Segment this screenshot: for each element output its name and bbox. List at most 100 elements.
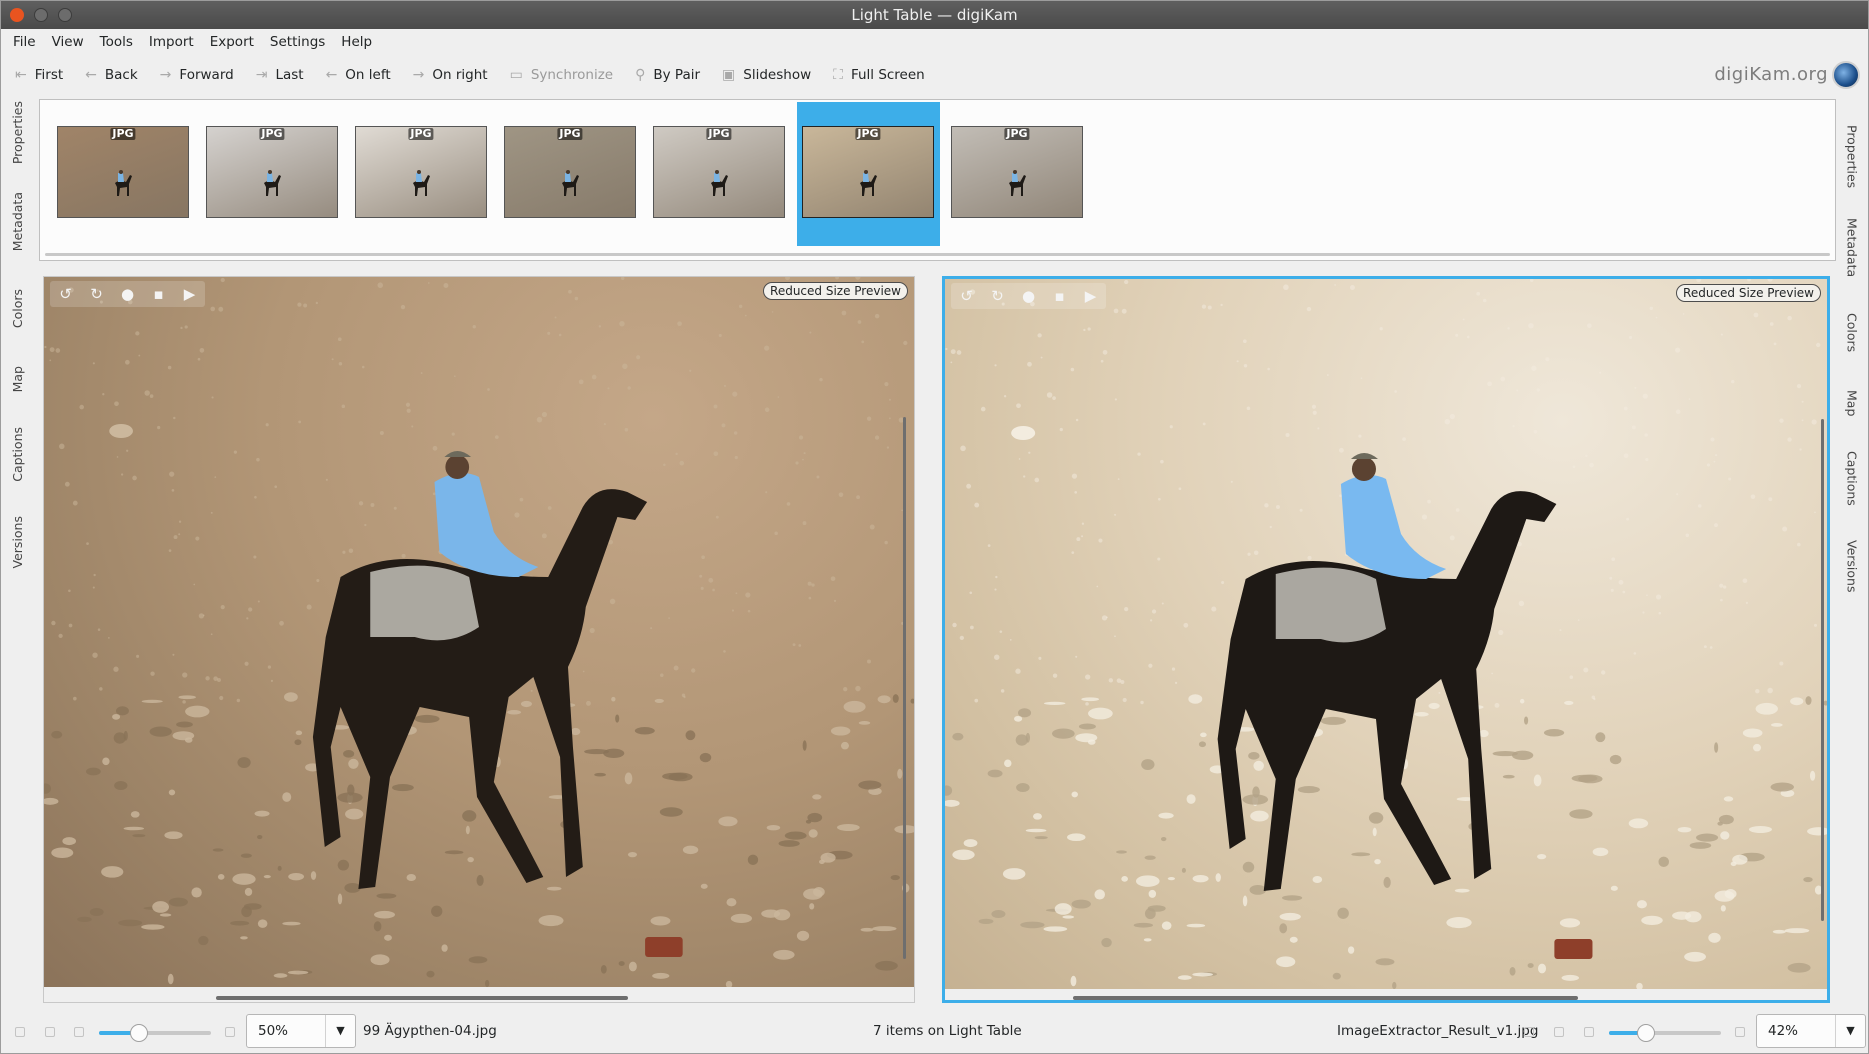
jpg-badge: JPG — [408, 127, 434, 140]
by-pair-button[interactable]: ⚲ By Pair — [635, 67, 700, 83]
thumbnail-bar: JPG JPG JPG JPG JPG JPG JPG — [39, 99, 1836, 261]
thumbnail-item[interactable]: JPG — [802, 126, 934, 218]
on-right-button[interactable]: → On right — [413, 67, 488, 83]
last-label: Last — [275, 67, 304, 83]
left-tab-properties[interactable]: Properties — [3, 100, 31, 166]
left-tab-versions[interactable]: Versions — [3, 514, 31, 570]
thumbnail-item[interactable]: JPG — [951, 126, 1083, 218]
rotate-left-icon[interactable]: ↺ — [50, 285, 81, 303]
digikam-org-link[interactable]: digiKam.org — [1714, 64, 1828, 85]
left-tab-map[interactable]: Map — [3, 362, 31, 396]
left-zoom-slider[interactable] — [99, 1024, 211, 1042]
zoom-100-icon[interactable] — [1584, 1027, 1594, 1037]
left-pane-toolbar: ↺ ↻ ● ▪ ▶ — [50, 281, 205, 307]
camel-rider-thumbnail-icon — [413, 170, 430, 196]
menu-view[interactable]: View — [44, 34, 92, 50]
menu-settings[interactable]: Settings — [262, 34, 333, 50]
thumbnail-item[interactable]: JPG — [57, 126, 189, 218]
on-left-button[interactable]: ← On left — [326, 67, 391, 83]
reduced-size-preview-badge: Reduced Size Preview — [1676, 284, 1821, 302]
menu-bar: File View Tools Import Export Settings H… — [1, 29, 1868, 54]
menu-import[interactable]: Import — [141, 34, 202, 50]
left-preview-pane[interactable]: ↺ ↻ ● ▪ ▶ Reduced Size Preview — [43, 276, 915, 1003]
right-zoom-value: 42% — [1768, 1023, 1799, 1039]
right-tab-properties[interactable]: Properties — [1838, 124, 1866, 190]
chevron-down-icon[interactable]: ▼ — [1835, 1015, 1865, 1047]
face-tags-icon[interactable]: ▪ — [1044, 287, 1075, 305]
zoom-100-icon[interactable] — [74, 1027, 84, 1037]
left-tab-metadata[interactable]: Metadata — [3, 192, 31, 252]
play-slideshow-icon[interactable]: ▶ — [174, 285, 205, 303]
left-tab-captions[interactable]: Captions — [3, 426, 31, 482]
rotate-right-icon[interactable]: ↻ — [81, 285, 112, 303]
thumbnail-item[interactable]: JPG — [653, 126, 785, 218]
slideshow-icon: ▣ — [722, 67, 736, 83]
left-pane-vertical-scrollbar[interactable] — [903, 417, 906, 959]
arrow-left-icon: ← — [325, 67, 338, 83]
chevron-down-icon[interactable]: ▼ — [325, 1015, 355, 1047]
zoom-in-icon[interactable] — [225, 1027, 235, 1037]
right-tab-colors[interactable]: Colors — [1838, 310, 1866, 356]
jpg-badge: JPG — [855, 127, 881, 140]
add-face-icon[interactable]: ● — [112, 285, 143, 303]
thumbnail-item[interactable]: JPG — [504, 126, 636, 218]
face-tags-icon[interactable]: ▪ — [143, 285, 174, 303]
right-tab-captions[interactable]: Captions — [1838, 450, 1866, 506]
right-filename: ImageExtractor_Result_v1.jpg — [1337, 1023, 1539, 1039]
menu-tools[interactable]: Tools — [92, 34, 141, 50]
full-screen-icon: ⛶ — [833, 67, 843, 83]
right-pane-vertical-scrollbar[interactable] — [1821, 419, 1824, 921]
thumbnail-item[interactable]: JPG — [355, 126, 487, 218]
right-sidebar-tabs: Properties Metadata Colors Map Captions … — [1838, 96, 1866, 996]
left-zoom-combo[interactable]: 50% ▼ — [246, 1014, 356, 1048]
last-button[interactable]: ⇥ Last — [256, 67, 304, 83]
forward-button[interactable]: → Forward — [160, 67, 234, 83]
jpg-badge: JPG — [557, 127, 583, 140]
menu-help[interactable]: Help — [333, 34, 380, 50]
first-button[interactable]: ⇤ First — [15, 67, 63, 83]
right-pane-horizontal-scrollbar[interactable] — [1073, 996, 1578, 1000]
jpg-badge: JPG — [1004, 127, 1030, 140]
camel-rider-thumbnail-icon — [711, 170, 728, 196]
right-preview-pane[interactable]: ↺ ↻ ● ▪ ▶ Reduced Size Preview — [942, 276, 1830, 1003]
right-tab-map[interactable]: Map — [1838, 386, 1866, 420]
right-tab-metadata[interactable]: Metadata — [1838, 218, 1866, 278]
left-zoom-slider-handle[interactable] — [130, 1024, 149, 1042]
left-sidebar-tabs: Properties Metadata Colors Map Captions … — [3, 96, 31, 996]
back-button[interactable]: ← Back — [85, 67, 138, 83]
full-screen-button[interactable]: ⛶ Full Screen — [833, 67, 925, 83]
synchronize-button[interactable]: ▭ Synchronize — [510, 67, 614, 83]
status-bar: 50% ▼ 99 Ägypthen-04.jpg 7 items on Ligh… — [1, 1013, 1868, 1051]
thumbnail-item[interactable]: JPG — [206, 126, 338, 218]
thumbnail-bar-scrollbar[interactable] — [45, 253, 1830, 256]
rotate-right-icon[interactable]: ↻ — [982, 287, 1013, 305]
right-zoom-slider[interactable] — [1609, 1024, 1721, 1042]
camel-rider-thumbnail-icon — [264, 170, 281, 196]
full-screen-label: Full Screen — [850, 67, 925, 83]
zoom-out-icon[interactable] — [45, 1027, 55, 1037]
right-zoom-combo[interactable]: 42% ▼ — [1756, 1014, 1866, 1048]
left-pane-horizontal-scrollbar[interactable] — [216, 996, 628, 1000]
menu-file[interactable]: File — [5, 34, 44, 50]
right-zoom-slider-handle[interactable] — [1636, 1024, 1655, 1042]
fit-to-window-icon[interactable] — [1524, 1027, 1534, 1037]
left-preview-image — [44, 277, 914, 989]
zoom-in-icon[interactable] — [1735, 1027, 1745, 1037]
slideshow-button[interactable]: ▣ Slideshow — [722, 67, 811, 83]
jpg-badge: JPG — [259, 127, 285, 140]
camel-rider-thumbnail-icon — [860, 170, 877, 196]
add-face-icon[interactable]: ● — [1013, 287, 1044, 305]
synchronize-icon: ▭ — [509, 67, 523, 83]
zoom-out-icon[interactable] — [1554, 1027, 1564, 1037]
go-back-icon: ← — [85, 67, 97, 83]
menu-export[interactable]: Export — [202, 34, 262, 50]
rotate-left-icon[interactable]: ↺ — [951, 287, 982, 305]
left-tab-colors[interactable]: Colors — [3, 286, 31, 332]
fit-to-window-icon[interactable] — [15, 1027, 25, 1037]
reduced-size-preview-badge: Reduced Size Preview — [763, 282, 908, 300]
jpg-badge: JPG — [110, 127, 136, 140]
right-tab-versions[interactable]: Versions — [1838, 538, 1866, 594]
right-pane-toolbar: ↺ ↻ ● ▪ ▶ — [951, 283, 1106, 309]
play-slideshow-icon[interactable]: ▶ — [1075, 287, 1106, 305]
jpg-badge: JPG — [706, 127, 732, 140]
